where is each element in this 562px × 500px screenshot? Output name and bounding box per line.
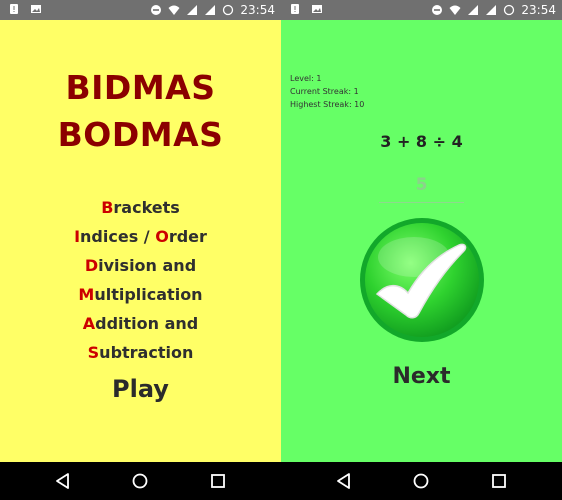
- current-streak-label: Current Streak: 1: [290, 87, 359, 96]
- right-screen: 23:54 Level: 1 Current Streak: 1 Highest…: [281, 0, 562, 500]
- rule-brackets: Brackets: [101, 198, 180, 217]
- wifi-icon: [449, 5, 461, 15]
- back-icon[interactable]: [335, 472, 353, 490]
- checkmark-icon: [360, 218, 484, 342]
- recents-icon[interactable]: [209, 472, 227, 490]
- rule-indices-order: Indices / Order: [74, 227, 207, 246]
- rule-multiplication: Multiplication: [78, 285, 203, 304]
- answer-underline: [379, 202, 464, 203]
- signal-icon: [468, 5, 479, 15]
- quiz-screen: Level: 1 Current Streak: 1 Highest Strea…: [281, 20, 562, 462]
- signal-icon: [486, 5, 497, 15]
- signal-icon: [205, 5, 216, 15]
- answer-input[interactable]: 5: [281, 175, 562, 195]
- clock: 23:54: [521, 3, 556, 17]
- clock: 23:54: [240, 3, 275, 17]
- highest-streak-label: Highest Streak: 10: [290, 100, 365, 109]
- rule-addition: Addition and: [82, 314, 199, 333]
- home-icon[interactable]: [131, 472, 149, 490]
- rules-list: Brackets Indices / Order Division and Mu…: [0, 193, 281, 367]
- battery-icon: [504, 4, 515, 16]
- left-screen: 23:54 BIDMAS BODMAS Brackets Indices / O…: [0, 0, 281, 500]
- status-bar: 23:54: [0, 0, 281, 20]
- wifi-icon: [168, 5, 180, 15]
- home-icon[interactable]: [412, 472, 430, 490]
- nav-bar: [0, 462, 281, 500]
- level-label: Level: 1: [290, 74, 322, 83]
- rule-subtraction: Subtraction: [87, 343, 194, 362]
- image-icon: [31, 5, 41, 13]
- recents-icon[interactable]: [490, 472, 508, 490]
- intro-screen: BIDMAS BODMAS Brackets Indices / Order D…: [0, 20, 281, 462]
- dnd-icon: [432, 5, 443, 15]
- play-button[interactable]: Play: [0, 375, 281, 403]
- next-button[interactable]: Next: [281, 364, 562, 389]
- rule-division: Division and: [84, 256, 197, 275]
- battery-icon: [223, 4, 234, 16]
- dnd-icon: [151, 5, 162, 15]
- back-icon[interactable]: [54, 472, 72, 490]
- title-bidmas: BIDMAS: [65, 68, 216, 107]
- stats-panel: Level: 1 Current Streak: 1 Highest Strea…: [290, 72, 364, 111]
- signal-icon: [187, 5, 198, 15]
- notification-icon: [291, 4, 299, 14]
- math-problem: 3 + 8 ÷ 4: [380, 132, 463, 151]
- status-bar: 23:54: [281, 0, 562, 20]
- app-root: 23:54 BIDMAS BODMAS Brackets Indices / O…: [0, 0, 562, 500]
- title-bodmas: BODMAS: [57, 115, 224, 154]
- image-icon: [312, 5, 322, 13]
- notification-icon: [10, 4, 18, 14]
- nav-bar: [281, 462, 562, 500]
